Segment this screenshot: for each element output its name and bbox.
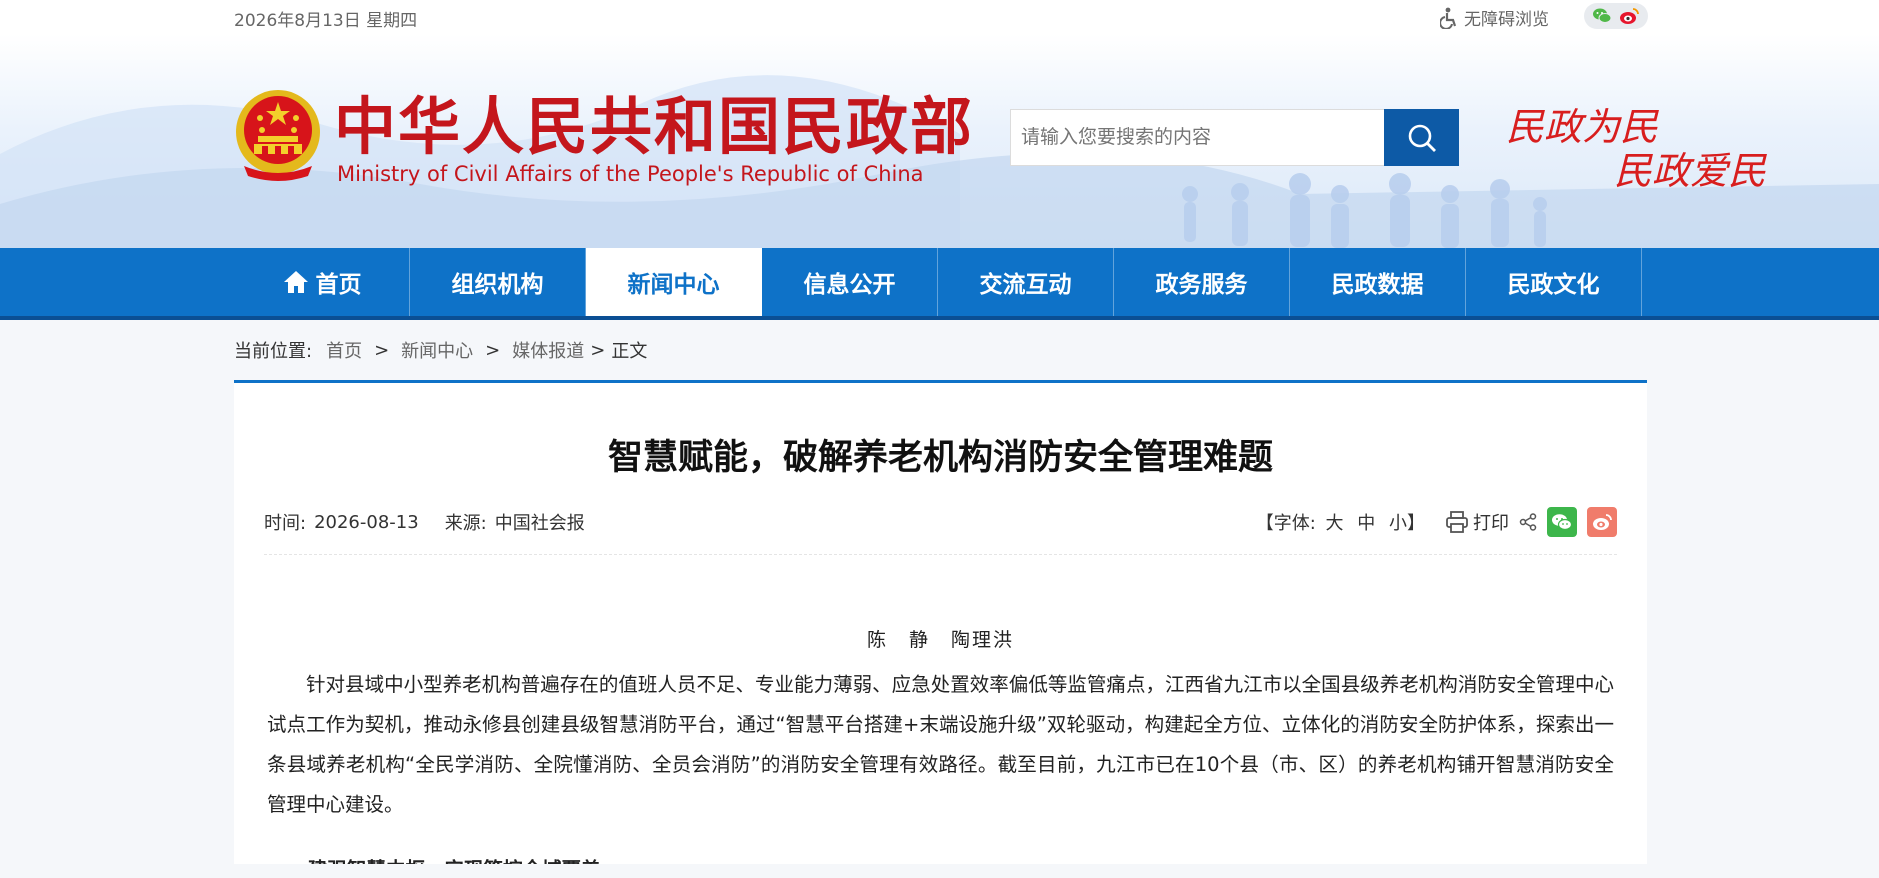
wheelchair-icon (1440, 7, 1457, 29)
nav-label: 民政数据 (1331, 272, 1424, 298)
nav-item-culture[interactable]: 民政文化 (1466, 248, 1642, 316)
article-paragraph: 针对县域中小型养老机构普遍存在的值班人员不足、专业能力薄弱、应急处置效率偏低等监… (267, 673, 1614, 816)
font-size-label: 【字体: (1255, 513, 1316, 534)
nav-label: 政务服务 (1155, 272, 1248, 298)
nav-item-news[interactable]: 新闻中心 (586, 248, 762, 316)
article: 智慧赋能，破解养老机构消防安全管理难题 时间: 2026-08-13 来源: 中… (234, 383, 1647, 864)
search-button[interactable] (1384, 109, 1459, 166)
current-date: 2026年8月13日 星期四 (234, 11, 418, 31)
article-title: 智慧赋能，破解养老机构消防安全管理难题 (607, 438, 1273, 478)
article-tools: 【字体: 大 中 小】 打印 (1256, 507, 1617, 537)
nav-item-services[interactable]: 政务服务 (1114, 248, 1290, 316)
site-title-english: Ministry of Civil Affairs of the People'… (337, 162, 924, 186)
share-icon[interactable] (1519, 513, 1537, 531)
search-box (1010, 109, 1459, 166)
nav-item-home[interactable]: 首页 (234, 248, 410, 316)
main-nav: 首页 组织机构 新闻中心 信息公开 交流互动 政务服务 民政数据 民政文化 (0, 248, 1879, 320)
wechat-icon (1552, 514, 1573, 531)
breadcrumb-sep: > (590, 339, 606, 361)
nav-label: 首页 (315, 272, 362, 298)
publish-time: 2026-08-13 (314, 511, 419, 533)
font-size-control: 【字体: 大 中 小】 (1256, 509, 1429, 535)
breadcrumb-home[interactable]: 首页 (326, 337, 362, 363)
weibo-icon (1593, 514, 1612, 530)
nav-item-organization[interactable]: 组织机构 (410, 248, 586, 316)
nav-label: 民政文化 (1507, 272, 1600, 298)
nav-label: 交流互动 (979, 272, 1072, 298)
national-emblem-icon (236, 90, 320, 181)
breadcrumb-current: 正文 (611, 341, 648, 362)
breadcrumb-media[interactable]: 媒体报道 (512, 337, 584, 363)
print-button[interactable]: 打印 (1445, 509, 1509, 535)
breadcrumb-sep: > (485, 339, 501, 361)
article-meta: 时间: 2026-08-13 来源: 中国社会报 【字体: 大 中 小】 打印 (264, 506, 1617, 555)
article-subheading: 建强智慧中枢，实现管控全域覆盖 (308, 853, 601, 864)
home-icon (283, 271, 308, 293)
source-name: 中国社会报 (494, 513, 585, 534)
weibo-icon[interactable] (1618, 7, 1640, 25)
nav-item-info-disclosure[interactable]: 信息公开 (762, 248, 938, 316)
print-label: 打印 (1473, 513, 1509, 534)
time-label: 时间: (264, 513, 307, 534)
accessibility-label: 无障碍浏览 (1464, 10, 1549, 30)
site-title: 中华人民共和国民政部 (334, 90, 975, 163)
font-large-button[interactable]: 大 (1326, 513, 1344, 534)
wechat-icon[interactable] (1592, 7, 1612, 25)
breadcrumb: 当前位置: 首页 > 新闻中心 > 媒体报道 > 正文 (234, 320, 1647, 380)
accessibility-link[interactable]: 无障碍浏览 (1440, 5, 1549, 30)
breadcrumb-news[interactable]: 新闻中心 (401, 337, 473, 363)
top-share-group (1584, 3, 1648, 29)
weibo-share-button[interactable] (1587, 507, 1617, 537)
font-medium-button[interactable]: 中 (1357, 513, 1375, 534)
nav-item-data[interactable]: 民政数据 (1290, 248, 1466, 316)
printer-icon (1446, 511, 1468, 533)
site-header: 中华人民共和国民政部 Ministry of Civil Affairs of … (0, 34, 1879, 248)
nav-label: 组织机构 (451, 272, 544, 298)
article-author: 陈 静 陶理洪 (866, 629, 1014, 651)
source-label: 来源: (444, 513, 487, 534)
search-icon (1408, 124, 1436, 152)
nav-item-interaction[interactable]: 交流互动 (938, 248, 1114, 316)
breadcrumb-label: 当前位置: (234, 341, 313, 362)
breadcrumb-sep: > (374, 339, 390, 361)
slogan-line-2: 民政爱民 (1614, 149, 1767, 193)
nav-label: 信息公开 (803, 272, 896, 298)
nav-label: 新闻中心 (627, 272, 720, 298)
wechat-share-button[interactable] (1547, 507, 1577, 537)
search-input[interactable] (1010, 109, 1384, 166)
font-small-button[interactable]: 小】 (1389, 513, 1425, 534)
top-bar: 2026年8月13日 星期四 无障碍浏览 (0, 0, 1879, 34)
